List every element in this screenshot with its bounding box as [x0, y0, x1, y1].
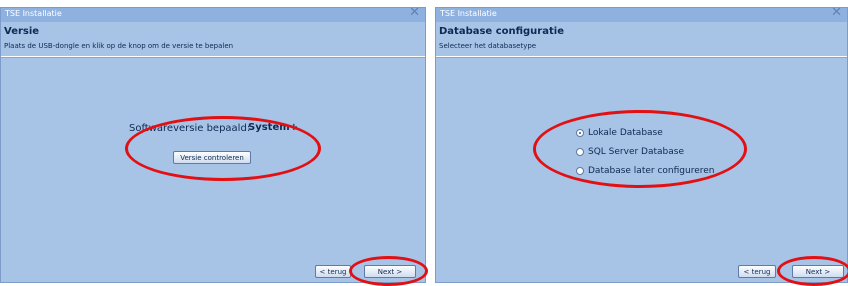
close-icon[interactable]: ✕: [831, 5, 842, 20]
back-button[interactable]: < terug: [315, 265, 351, 278]
window-title: TSE Installatie: [440, 9, 497, 18]
window-title: TSE Installatie: [5, 9, 62, 18]
page-title: Database configuratie: [439, 26, 564, 37]
header-divider-shadow: [1, 57, 425, 58]
annotation-ellipse-database-options: [533, 110, 747, 188]
header-divider-shadow: [436, 57, 847, 58]
close-icon[interactable]: ✕: [409, 5, 420, 20]
annotation-ellipse-version: [125, 116, 321, 181]
title-bar[interactable]: TSE Installatie ✕: [1, 5, 425, 22]
annotation-ellipse-next: [349, 256, 428, 286]
page-subtitle: Plaats de USB-dongle en klik op de knop …: [4, 42, 234, 50]
title-bar[interactable]: TSE Installatie ✕: [436, 5, 847, 22]
annotation-ellipse-next: [777, 256, 848, 286]
page-title: Versie: [4, 26, 40, 37]
page-subtitle: Selecteer het databasetype: [439, 42, 537, 50]
back-button[interactable]: < terug: [738, 265, 776, 278]
